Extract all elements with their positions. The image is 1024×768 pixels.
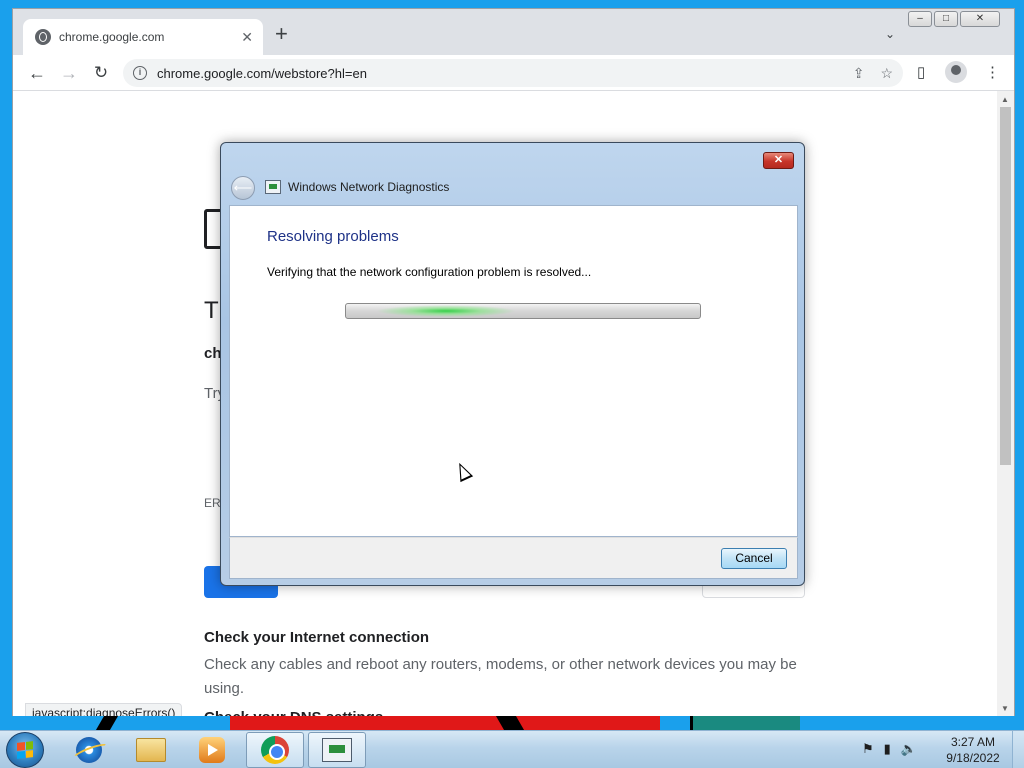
dialog-body: Resolving problems Verifying that the ne… (229, 205, 798, 537)
network-diagnostics-dialog: ✕ ⟵ Windows Network Diagnostics Resolvin… (220, 142, 805, 586)
logo-green (25, 741, 33, 750)
network-icon[interactable]: ▮ (884, 741, 891, 757)
side-panel-icon[interactable]: ▯ (917, 63, 925, 81)
page-scrollbar[interactable]: ▲ ▼ (997, 91, 1014, 717)
error-subheading: ch (204, 345, 222, 362)
scroll-up-icon[interactable]: ▲ (1001, 95, 1009, 104)
taskbar-network-diagnostics[interactable] (308, 732, 366, 768)
info-icon[interactable]: i (133, 66, 147, 80)
browser-toolbar: ← → ↻ i chrome.google.com/webstore?hl=en… (13, 55, 1014, 91)
taskbar-ie[interactable] (60, 732, 118, 768)
window-close-button[interactable]: ✕ (960, 11, 1000, 27)
volume-icon[interactable]: 🔈 (901, 741, 917, 757)
cancel-button[interactable]: Cancel (721, 548, 787, 569)
globe-icon (35, 29, 51, 45)
address-bar[interactable]: i chrome.google.com/webstore?hl=en ⇪ ☆ (123, 59, 903, 87)
taskbar: ⚑ ▮ 🔈 3:27 AM 9/18/2022 (0, 730, 1024, 768)
back-button[interactable]: ← (25, 61, 49, 85)
share-icon[interactable]: ⇪ (853, 65, 865, 82)
show-desktop-button[interactable] (1012, 731, 1024, 768)
clock[interactable]: 3:27 AM 9/18/2022 (940, 734, 1006, 766)
dialog-message: Verifying that the network configuration… (267, 265, 592, 279)
logo-blue (17, 750, 25, 759)
tab-search-icon[interactable]: ⌄ (885, 27, 895, 41)
reload-button[interactable]: ↻ (89, 61, 113, 85)
system-tray: ⚑ ▮ 🔈 (862, 741, 917, 757)
progress-marquee (376, 305, 516, 317)
network-diagnostics-icon (322, 738, 352, 762)
chrome-icon (261, 736, 289, 764)
scroll-down-icon[interactable]: ▼ (1001, 704, 1009, 713)
tab-strip: chrome.google.com ✕ + ⌄ – □ ✕ (13, 9, 1014, 55)
window-controls: – □ ✕ (908, 11, 1000, 27)
maximize-button[interactable]: □ (934, 11, 958, 27)
logo-red (17, 742, 25, 751)
flag-icon[interactable]: ⚑ (862, 741, 874, 757)
url-text[interactable]: chrome.google.com/webstore?hl=en (157, 66, 837, 81)
check-connection-title: Check your Internet connection (204, 629, 430, 646)
network-diagnostics-icon (265, 180, 281, 194)
ie-icon (76, 737, 102, 763)
menu-icon[interactable]: ⋮ (985, 63, 1000, 81)
start-button[interactable] (6, 732, 44, 768)
scroll-thumb[interactable] (1000, 107, 1011, 465)
dialog-title: Windows Network Diagnostics (288, 180, 450, 194)
profile-icon[interactable] (945, 61, 967, 83)
tab-close-icon[interactable]: ✕ (241, 29, 253, 46)
folder-icon (136, 738, 166, 762)
logo-yellow (25, 749, 33, 758)
windows-logo-icon (17, 741, 33, 759)
media-player-icon (199, 737, 225, 763)
dialog-heading: Resolving problems (267, 228, 399, 245)
progress-bar (345, 303, 701, 319)
taskbar-explorer[interactable] (122, 732, 180, 768)
clock-time: 3:27 AM (950, 735, 996, 749)
dialog-footer: Cancel (229, 537, 798, 579)
star-icon[interactable]: ☆ (880, 65, 893, 82)
desktop-wallpaper (0, 716, 1024, 730)
dialog-back-button[interactable]: ⟵ (231, 176, 255, 200)
tab-title: chrome.google.com (59, 30, 165, 44)
minimize-button[interactable]: – (908, 11, 932, 27)
check-connection-body: Check any cables and reboot any routers,… (204, 656, 797, 697)
taskbar-media-player[interactable] (183, 732, 241, 768)
dialog-close-button[interactable]: ✕ (763, 152, 794, 169)
browser-tab[interactable]: chrome.google.com ✕ (23, 19, 263, 55)
forward-button[interactable]: → (57, 61, 81, 85)
clock-date: 9/18/2022 (946, 751, 1000, 765)
new-tab-button[interactable]: + (275, 23, 288, 45)
taskbar-chrome[interactable] (246, 732, 304, 768)
